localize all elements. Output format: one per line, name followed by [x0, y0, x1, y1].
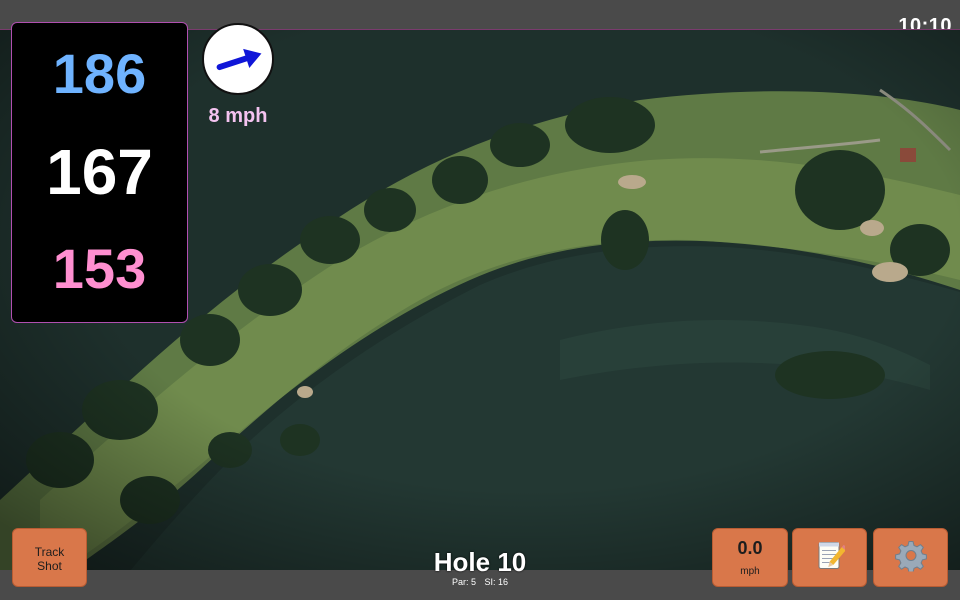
par-label: Par: 5 — [451, 577, 476, 587]
gear-icon — [894, 539, 927, 576]
settings-button[interactable] — [873, 528, 948, 587]
hole-title: Hole 10 — [433, 547, 527, 577]
arrow-icon — [216, 48, 262, 71]
distance-panel: 186 167 153 — [11, 22, 188, 323]
notes-button[interactable] — [792, 528, 867, 587]
back-distance: 186 — [52, 42, 147, 105]
track-shot-button[interactable]: Track Shot — [12, 528, 87, 587]
speed-button[interactable]: 0.0 mph — [712, 528, 788, 587]
speed-value: 0.0 — [737, 538, 763, 558]
track-shot-label-line1: Track — [34, 545, 65, 559]
wind-speed-label: 8 mph — [208, 105, 268, 127]
track-shot-label-line2: Shot — [37, 559, 62, 573]
wind-direction-indicator — [202, 23, 274, 95]
speed-unit: mph — [740, 566, 760, 577]
stroke-index-label: SI: 16 — [484, 577, 509, 587]
middle-distance: 167 — [46, 136, 153, 208]
hole-info: Par: 5 SI: 16 — [380, 577, 580, 587]
front-distance: 153 — [52, 237, 147, 300]
notepad-icon — [815, 539, 848, 576]
